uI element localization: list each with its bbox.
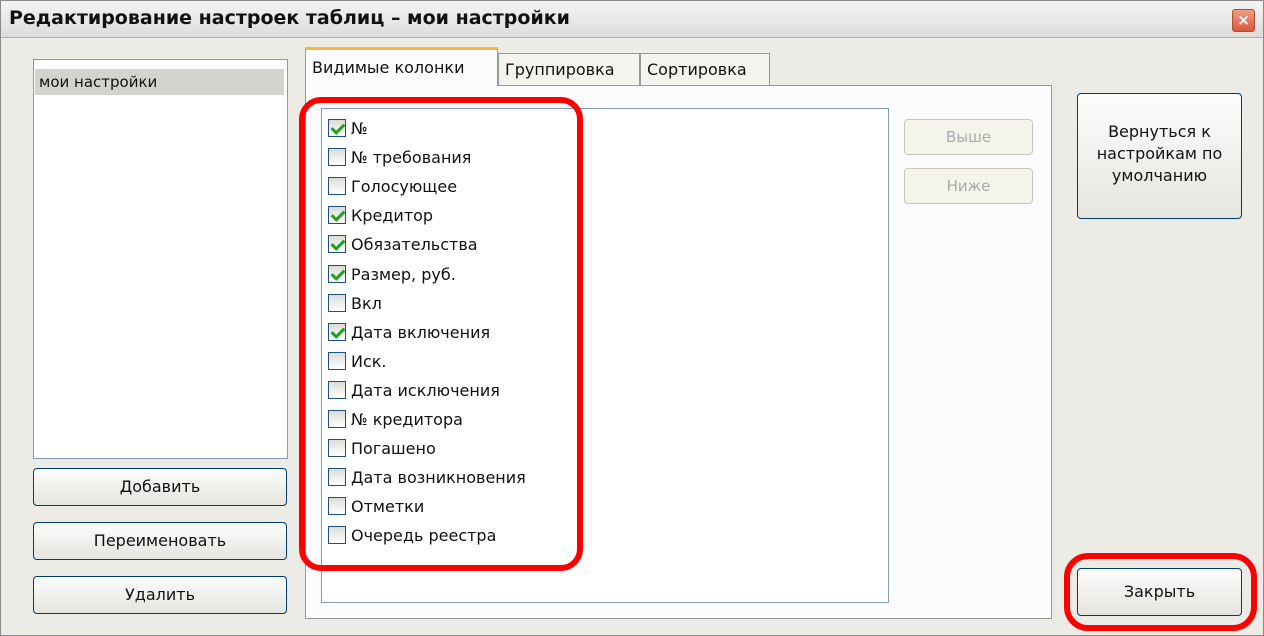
column-label: Иск. [351,351,387,371]
title-bar[interactable]: Редактирование настроек таблиц – мои нас… [1,1,1263,38]
checkbox[interactable] [328,410,346,428]
column-label: Дата возникновения [351,467,526,487]
column-row[interactable]: Погашено [328,434,436,462]
column-label: Очередь реестра [351,525,497,545]
tab-sorting[interactable]: Сортировка [640,53,770,85]
column-label: Дата исключения [351,380,500,400]
checkbox[interactable] [328,468,346,486]
move-down-button[interactable]: Ниже [904,168,1033,204]
column-row[interactable]: № [328,114,368,142]
checkbox[interactable] [328,265,346,283]
column-label: Размер, руб. [351,264,456,284]
checkbox[interactable] [328,352,346,370]
checkbox[interactable] [328,119,346,137]
close-icon[interactable]: × [1232,9,1255,32]
list-item[interactable]: мои настройки [35,69,284,95]
reset-label-line1: Вернуться к [1108,122,1211,141]
checkbox[interactable] [328,206,346,224]
column-row[interactable]: Обязательства [328,230,478,258]
column-row[interactable]: Голосующее [328,172,457,200]
reset-defaults-button[interactable]: Вернуться к настройкам по умолчанию [1077,93,1242,219]
column-label: Отметки [351,496,425,516]
column-label: Погашено [351,438,436,458]
column-label: № кредитора [351,409,463,429]
column-label: Дата включения [351,322,491,342]
column-label: Голосующее [351,176,458,196]
column-row[interactable]: Дата исключения [328,376,500,404]
column-row[interactable]: Отметки [328,492,424,520]
add-button[interactable]: Добавить [33,468,287,506]
move-up-button[interactable]: Выше [904,119,1033,155]
dialog-title: Редактирование настроек таблиц – мои нас… [9,7,570,29]
column-label: № требования [351,147,472,167]
reset-label-line3: умолчанию [1111,166,1208,185]
reset-label-line2: настройкам по [1096,144,1223,163]
rename-button[interactable]: Переименовать [33,522,287,560]
tab-visible-columns[interactable]: Видимые колонки [305,47,498,86]
checkbox[interactable] [328,294,346,312]
tab-grouping[interactable]: Группировка [498,53,640,85]
checkbox[interactable] [328,235,346,253]
column-row[interactable]: Кредитор [328,201,433,229]
column-row[interactable]: Дата возникновения [328,463,526,491]
checkbox[interactable] [328,177,346,195]
delete-button[interactable]: Удалить [33,576,287,614]
column-label: Кредитор [351,205,434,225]
settings-listbox[interactable]: мои настройки [33,59,288,459]
settings-dialog: Редактирование настроек таблиц – мои нас… [0,0,1264,636]
column-row[interactable]: Вкл [328,289,382,317]
checkbox[interactable] [328,148,346,166]
column-label: Вкл [351,293,382,313]
checkbox[interactable] [328,323,346,341]
column-row[interactable]: Очередь реестра [328,521,496,549]
column-row[interactable]: № требования [328,143,471,171]
checkbox[interactable] [328,526,346,544]
column-label: № [351,118,368,138]
checkbox[interactable] [328,439,346,457]
column-row[interactable]: Размер, руб. [328,260,456,288]
checkbox[interactable] [328,497,346,515]
close-button[interactable]: Закрыть [1077,568,1242,616]
column-row[interactable]: Иск. [328,347,387,375]
column-label: Обязательства [351,234,478,254]
column-row[interactable]: № кредитора [328,405,463,433]
column-row[interactable]: Дата включения [328,318,490,346]
checkbox[interactable] [328,381,346,399]
